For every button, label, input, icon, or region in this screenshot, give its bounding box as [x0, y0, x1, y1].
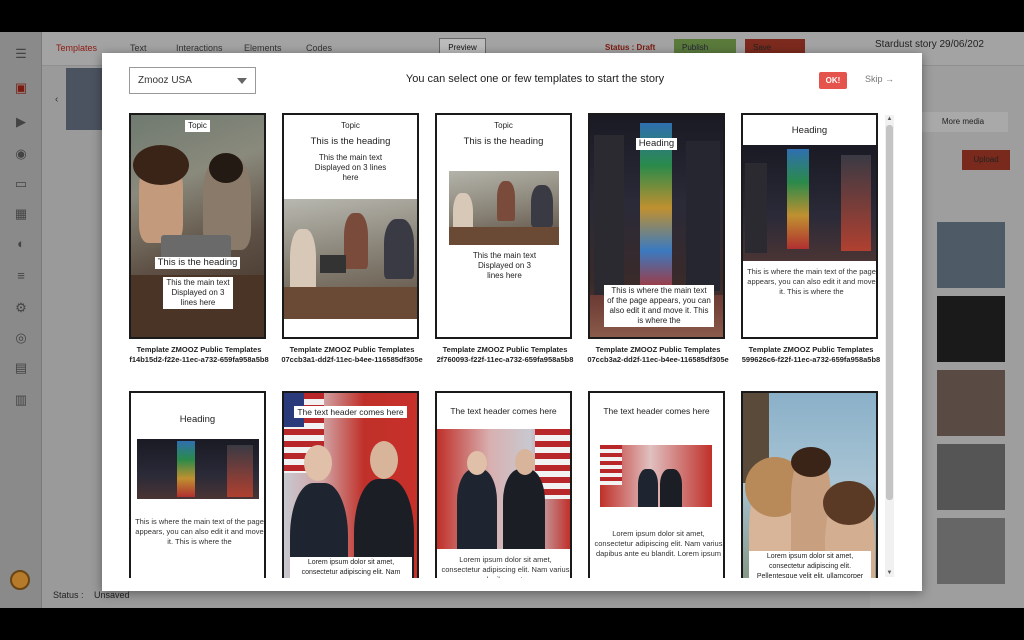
media-thumbnail[interactable]: [937, 518, 1005, 584]
template-photo: [137, 439, 259, 499]
tab-text[interactable]: Text: [130, 43, 147, 53]
left-sidebar: ☰ ▣ ▶ ◉ ▭ ▦ ◐ ≡ ⚙ ◎ ▤ ▥: [0, 32, 42, 608]
chevron-down-icon: [237, 78, 247, 84]
story-thumbnail[interactable]: [66, 68, 102, 130]
skip-button[interactable]: Skip →: [865, 74, 894, 84]
template-heading: This is the heading: [154, 257, 241, 269]
template-heading: This is the heading: [310, 136, 391, 147]
chart-icon[interactable]: ▦: [13, 206, 29, 222]
template-text: Lorem ipsum dolor sit amet, consectetur …: [290, 557, 412, 578]
template-topic: Topic: [494, 121, 513, 130]
template-caption: Template ZMOOZ Public Templates f14b15d2…: [129, 345, 269, 364]
ok-button[interactable]: OK!: [819, 72, 847, 89]
scrollbar-thumb[interactable]: [886, 125, 893, 500]
template-text: This the main text Displayed on 3 lines …: [314, 153, 387, 182]
story-title[interactable]: Stardust story 29/06/202: [875, 39, 984, 50]
template-caption: Template ZMOOZ Public Templates 07ccb3a1…: [281, 345, 423, 364]
template-text: This is where the main text of the page …: [747, 267, 876, 296]
account-select[interactable]: Zmooz USA: [129, 67, 256, 94]
template-picker-modal: Zmooz USA You can select one or few temp…: [102, 53, 922, 591]
template-card[interactable]: Topic This is the heading This the main …: [282, 113, 419, 339]
upload-button[interactable]: Upload: [962, 150, 1010, 170]
template-grid: Topic This is the heading This the main …: [102, 111, 922, 578]
template-heading: The text header comes here: [294, 406, 407, 418]
gear-icon[interactable]: ⚙: [13, 300, 29, 316]
template-card[interactable]: Heading This is where the main text of t…: [129, 391, 266, 578]
status-value: Unsaved: [94, 590, 130, 600]
play-icon[interactable]: ▶: [13, 114, 29, 130]
template-text: Lorem ipsum dolor sit amet, consectetur …: [594, 529, 723, 558]
template-photo: [600, 445, 712, 507]
instagram-icon[interactable]: ◎: [13, 330, 29, 346]
template-caption: Template ZMOOZ Public Templates 2f760093…: [436, 345, 574, 364]
scroll-down-icon[interactable]: ▼: [885, 569, 894, 577]
tab-codes[interactable]: Codes: [306, 43, 332, 53]
template-card[interactable]: Heading This is where the main text of t…: [588, 113, 725, 339]
template-photo: [743, 145, 876, 261]
template-text: This is where the main text of the page …: [604, 285, 714, 327]
template-text: Lorem ipsum dolor sit amet, consectetur …: [441, 555, 570, 578]
template-photo: [437, 429, 570, 549]
template-photo: [449, 171, 559, 245]
media-thumbnail[interactable]: [937, 222, 1005, 288]
palette-icon[interactable]: ◐: [13, 236, 29, 252]
avatar[interactable]: [10, 570, 30, 590]
template-card[interactable]: The text header comes here Lorem ipsum d…: [282, 391, 419, 578]
template-photo: [284, 199, 417, 319]
template-text: This the main text Displayed on 3 lines …: [163, 277, 233, 309]
chevron-left-icon[interactable]: ‹: [55, 94, 58, 105]
template-photo: [284, 393, 417, 578]
modal-title: You can select one or few templates to s…: [405, 73, 665, 85]
book-icon[interactable]: ▥: [13, 392, 29, 408]
template-text: This the main text Displayed on 3 lines …: [472, 251, 537, 280]
template-topic: Topic: [185, 120, 210, 132]
template-card[interactable]: Topic This is the heading This the main …: [435, 113, 572, 339]
template-card[interactable]: Heading This is where the main text of t…: [741, 113, 878, 339]
template-caption: Template ZMOOZ Public Templates 599626c6…: [741, 345, 881, 364]
status-label: Status :: [53, 590, 84, 600]
template-heading: Heading: [635, 138, 678, 150]
sort-icon[interactable]: ≡: [13, 268, 29, 284]
more-media-button[interactable]: More media: [918, 112, 1008, 132]
status-draft: Status : Draft: [605, 43, 656, 52]
template-heading: The text header comes here: [450, 406, 557, 416]
menu-icon[interactable]: ☰: [13, 46, 29, 62]
scrollbar[interactable]: ▲ ▼: [885, 115, 894, 577]
template-card[interactable]: Topic This is the heading This the main …: [129, 113, 266, 339]
robot-icon[interactable]: ◉: [13, 146, 29, 162]
media-thumbnail[interactable]: [937, 296, 1005, 362]
template-card[interactable]: Lorem ipsum dolor sit amet, consectetur …: [741, 391, 878, 578]
tv-icon[interactable]: ▭: [13, 176, 29, 192]
document-icon[interactable]: ▤: [13, 360, 29, 376]
film-icon[interactable]: ▣: [13, 80, 29, 96]
media-thumbnail[interactable]: [937, 444, 1005, 510]
template-heading: Heading: [791, 125, 828, 136]
template-topic: Topic: [341, 121, 360, 130]
template-text: Lorem ipsum dolor sit amet, consectetur …: [749, 551, 871, 578]
template-card[interactable]: The text header comes here Lorem ipsum d…: [435, 391, 572, 578]
scroll-up-icon[interactable]: ▲: [885, 115, 894, 123]
template-heading: The text header comes here: [603, 406, 710, 416]
tab-elements[interactable]: Elements: [244, 43, 282, 53]
template-caption: Template ZMOOZ Public Templates 07ccb3a2…: [587, 345, 729, 364]
tab-templates[interactable]: Templates: [56, 43, 97, 53]
template-heading: This is the heading: [463, 136, 544, 147]
template-heading: Heading: [179, 414, 216, 425]
tab-interactions[interactable]: Interactions: [176, 43, 223, 53]
media-thumbnail[interactable]: [937, 370, 1005, 436]
template-card[interactable]: The text header comes here Lorem ipsum d…: [588, 391, 725, 578]
account-select-value: Zmooz USA: [138, 75, 192, 86]
template-text: This is where the main text of the page …: [135, 517, 264, 546]
